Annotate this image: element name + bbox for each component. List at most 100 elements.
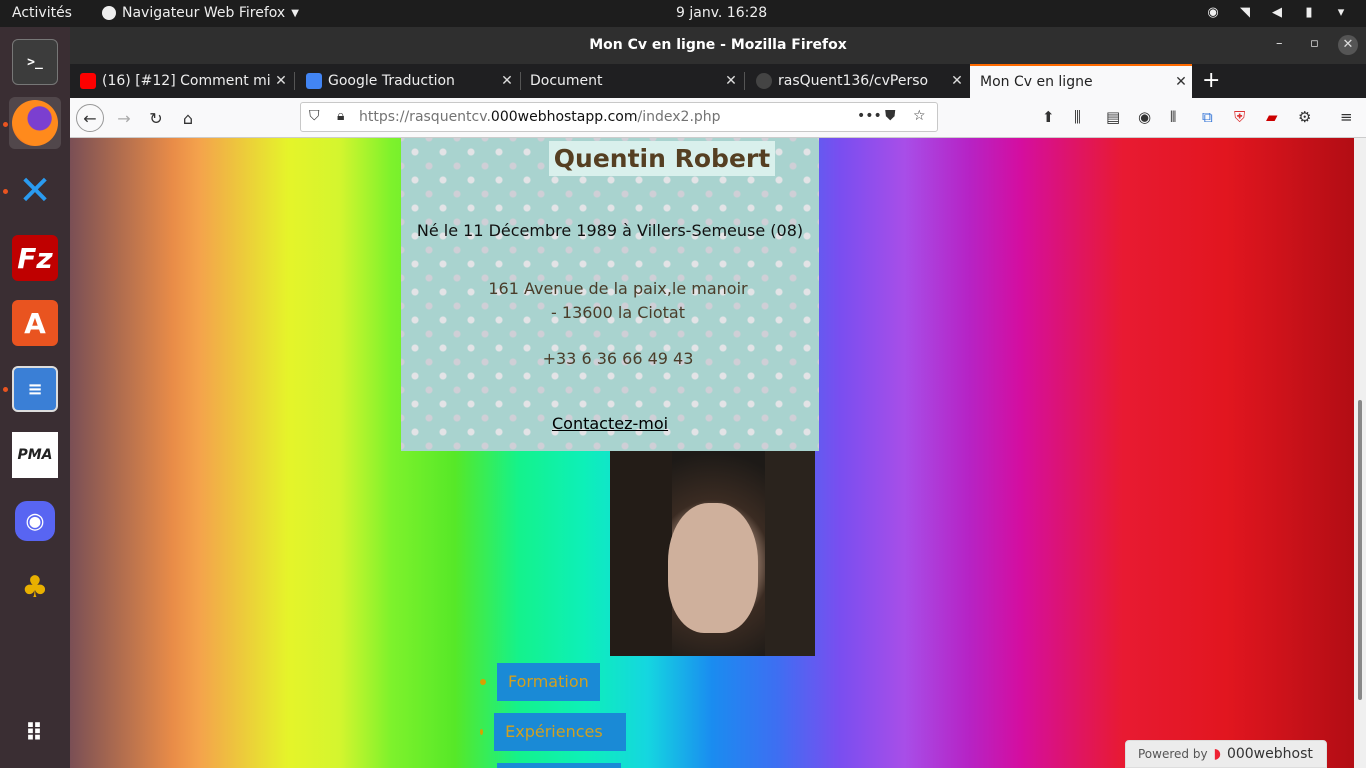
phpmyadmin-icon: PMA — [12, 432, 58, 478]
filezilla-icon: Fz — [12, 235, 58, 281]
tab-mon-cv[interactable]: Mon Cv en ligne ✕ — [970, 64, 1192, 98]
app-menu-label: Navigateur Web Firefox — [122, 5, 286, 21]
dock-playonlinux[interactable]: ♣ — [9, 561, 61, 613]
menu-item-formation[interactable]: Formation — [480, 663, 600, 701]
tab-github[interactable]: rasQuent136/cvPerso ✕ — [746, 64, 968, 98]
volume-icon: ◀ — [1272, 4, 1282, 20]
dock-software[interactable]: A — [9, 297, 61, 349]
address-line-1: 161 Avenue de la paix,le manoir — [488, 279, 748, 298]
pocket-icon[interactable]: ⛊ — [885, 108, 896, 124]
dock-phpmyadmin[interactable]: PMA — [9, 429, 61, 481]
minimize-icon[interactable]: – — [1276, 36, 1283, 51]
firefox-icon — [12, 100, 58, 146]
youtube-icon — [80, 73, 96, 89]
url-bar[interactable]: ⛉ 🔒︎ https://rasquentcv.000webhostapp.co… — [300, 102, 938, 132]
tab-google-translate[interactable]: Google Traduction ✕ — [296, 64, 518, 98]
page-actions-icon[interactable]: ••• — [857, 108, 882, 124]
settings-gear-icon[interactable]: ⚙ — [1298, 108, 1311, 126]
profile-photo — [610, 451, 815, 656]
dock-terminal[interactable]: >_ — [9, 36, 61, 88]
dock-firefox[interactable] — [9, 97, 61, 149]
window-titlebar: Mon Cv en ligne - Mozilla Firefox – ▫ ✕ — [70, 27, 1366, 64]
close-icon[interactable]: ✕ — [946, 73, 968, 89]
shield-icon[interactable]: ⛉ — [309, 108, 320, 124]
navigation-bar: ← → ↻ ⌂ ⛉ 🔒︎ https://rasquentcv.000webho… — [70, 98, 1366, 138]
maximize-icon[interactable]: ▫ — [1310, 36, 1319, 51]
tab-title: (16) [#12] Comment min — [102, 73, 270, 89]
file-cabinet-icon: ≡ — [12, 366, 58, 412]
close-icon[interactable]: ✕ — [1170, 74, 1192, 90]
home-icon[interactable]: ⌂ — [174, 104, 202, 132]
pineapple-icon: ♣ — [21, 569, 49, 605]
close-icon[interactable]: ✕ — [496, 73, 518, 89]
tab-title: rasQuent136/cvPerso — [778, 73, 929, 89]
reload-icon[interactable]: ↻ — [142, 104, 170, 132]
window-title: Mon Cv en ligne - Mozilla Firefox — [589, 37, 847, 53]
activities-button[interactable]: Activités — [12, 5, 72, 21]
terminal-icon: >_ — [12, 39, 58, 85]
menu-item-next[interactable] — [480, 763, 621, 768]
app-menu[interactable]: Navigateur Web Firefox ▼ — [102, 5, 299, 21]
clock[interactable]: 9 janv. 16:28 — [676, 5, 767, 21]
battery-icon: ▮ — [1305, 4, 1313, 20]
tab-title: Google Traduction — [328, 73, 455, 89]
dock-show-apps[interactable]: ⠿ — [9, 707, 61, 759]
webhost-logo-icon: ◗ — [1213, 746, 1221, 762]
powered-by-label: Powered by — [1138, 747, 1208, 761]
lock-icon[interactable]: 🔒︎ — [337, 108, 344, 124]
dock-filezilla[interactable]: Fz — [9, 232, 61, 284]
back-arrow-icon[interactable]: ← — [76, 104, 104, 132]
hamburger-menu-icon[interactable]: ≡ — [1340, 108, 1353, 126]
containers-icon[interactable]: ⫴ — [1170, 108, 1176, 126]
experiences-button[interactable]: Expériences professionnel — [494, 713, 627, 768]
app-grid-icon: ⠿ — [24, 719, 46, 747]
forward-arrow-icon[interactable]: → — [110, 104, 138, 132]
wifi-icon: ◥ — [1240, 4, 1250, 20]
software-center-icon: A — [12, 300, 58, 346]
tab-document[interactable]: Document ✕ — [520, 64, 742, 98]
dock-files[interactable]: ≡ — [9, 363, 61, 415]
vscode-icon: ✕ — [18, 168, 52, 214]
discord-icon: ◉ — [15, 501, 55, 541]
url-text[interactable]: https://rasquentcv.000webhostapp.com/ind… — [359, 109, 721, 125]
birth-info: Né le 11 Décembre 1989 à Villers-Semeuse… — [416, 221, 804, 240]
chevron-down-icon: ▼ — [291, 7, 299, 19]
cv-header-card: Quentin Robert Né le 11 Décembre 1989 à … — [401, 138, 819, 451]
tab-title: Document — [530, 73, 603, 89]
address: 161 Avenue de la paix,le manoir - 13600 … — [401, 277, 819, 325]
close-icon[interactable]: ✕ — [720, 73, 742, 89]
ublock-icon[interactable]: ⛨ — [1234, 108, 1245, 126]
contact-link[interactable]: Contactez-moi — [552, 414, 668, 433]
system-tray[interactable]: ◉ ◥ ◀ ▮ ▾ — [1204, 4, 1350, 20]
close-window-icon[interactable]: ✕ — [1338, 35, 1358, 55]
menu-button-partial[interactable] — [497, 763, 621, 768]
cv-name: Quentin Robert — [549, 141, 775, 176]
webhost-brand: 000webhost — [1226, 746, 1313, 762]
top-bar: Activités Navigateur Web Firefox ▼ 9 jan… — [0, 0, 1366, 27]
new-tab-icon[interactable]: + — [1202, 68, 1220, 93]
chevron-down-icon: ▾ — [1337, 4, 1345, 20]
sidebar-icon[interactable]: ▤ — [1106, 108, 1120, 126]
dock-vscode[interactable]: ✕ — [9, 165, 61, 217]
translate-icon[interactable]: ⧉ — [1202, 108, 1213, 126]
pdf-extension-icon[interactable]: ▰ — [1266, 108, 1278, 126]
tab-title: Mon Cv en ligne — [980, 74, 1093, 90]
github-icon — [756, 73, 772, 89]
extension-icon[interactable]: ⬆ — [1042, 108, 1055, 126]
tab-youtube[interactable]: (16) [#12] Comment min ✕ — [70, 64, 292, 98]
google-translate-icon — [306, 73, 322, 89]
phone-number: +33 6 36 66 49 43 — [542, 349, 694, 368]
library-icon[interactable]: ⫼ — [1074, 108, 1081, 126]
powered-by-badge[interactable]: Powered by ◗ 000webhost — [1125, 740, 1327, 768]
address-line-2: - 13600 la Ciotat — [551, 303, 685, 322]
discord-tray-icon[interactable]: ◉ — [1204, 4, 1222, 20]
page-scrollbar[interactable] — [1354, 138, 1366, 768]
page-content: Quentin Robert Né le 11 Décembre 1989 à … — [70, 138, 1354, 768]
close-icon[interactable]: ✕ — [270, 73, 292, 89]
formation-button[interactable]: Formation — [497, 663, 600, 701]
account-icon[interactable]: ◉ — [1138, 108, 1151, 126]
dock-discord[interactable]: ◉ — [9, 495, 61, 547]
firefox-small-icon — [102, 6, 116, 20]
menu-item-experiences[interactable]: Expériences professionnel — [480, 713, 627, 768]
bookmark-star-icon[interactable]: ☆ — [913, 108, 926, 124]
